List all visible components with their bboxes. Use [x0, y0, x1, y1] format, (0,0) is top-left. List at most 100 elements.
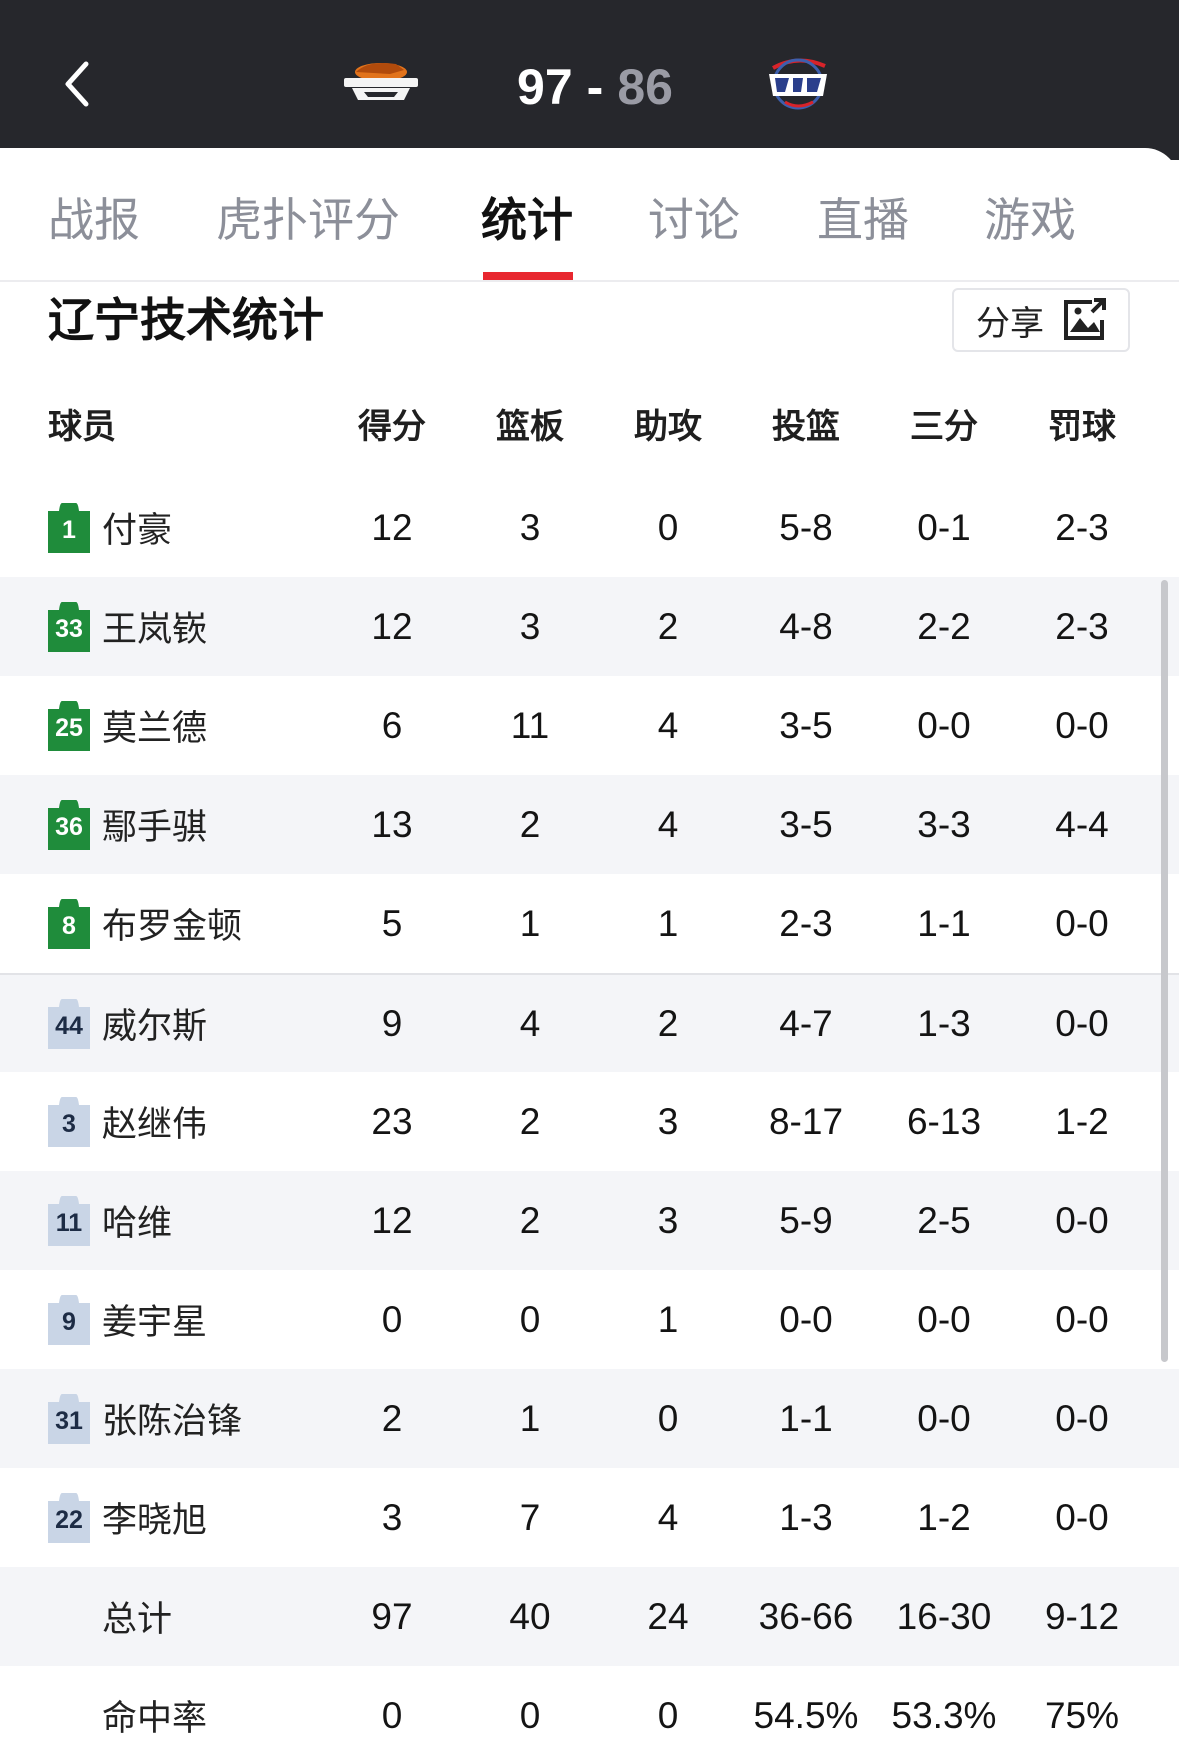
player-cell[interactable]: 44 威尔斯	[48, 975, 328, 1072]
tab-live[interactable]: 直播	[817, 190, 909, 250]
chevron-left-icon	[65, 61, 89, 107]
table-row[interactable]: 1 付豪 12 3 0 5-8 0-1 2-3	[0, 478, 1179, 577]
player-info: 44 威尔斯	[48, 998, 207, 1049]
player-cell[interactable]: 11 哈维	[48, 1171, 328, 1270]
stat-assists: 4	[657, 1496, 679, 1538]
player-name: 付豪	[102, 511, 173, 551]
totals-row-points: 97	[371, 1595, 413, 1637]
stat-rebounds: 1	[519, 1397, 541, 1439]
stat-field-goals: 2-3	[779, 902, 833, 944]
table-row[interactable]: 25 莫兰德 6 11 4 3-5 0-0 0-0	[0, 676, 1179, 775]
player-cell[interactable]: 25 莫兰德	[48, 676, 328, 775]
jersey-icon: 44	[48, 998, 90, 1049]
share-button[interactable]: 分享	[952, 288, 1130, 352]
tab-discussion[interactable]: 讨论	[648, 190, 740, 250]
player-name: 李晓旭	[102, 1501, 208, 1541]
stat-assists: 3	[657, 1199, 679, 1241]
player-info: 22 李晓旭	[48, 1492, 207, 1543]
stat-points: 3	[381, 1496, 403, 1538]
scoreboard: 97 - 86	[480, 52, 710, 122]
stat-rebounds: 2	[519, 803, 541, 845]
stat-three-pointers: 0-0	[917, 1397, 971, 1439]
percentage-row-free-throws: 75%	[1044, 1694, 1120, 1736]
stat-assists: 0	[657, 1397, 679, 1439]
stat-assists: 3	[657, 1100, 679, 1142]
stat-points: 5	[381, 902, 403, 944]
player-info: 8 布罗金顿	[48, 898, 242, 949]
stat-free-throws: 0-0	[1055, 1298, 1109, 1340]
table-row[interactable]: 11 哈维 12 2 3 5-9 2-5 0-0	[0, 1171, 1179, 1270]
tab-report[interactable]: 战报	[48, 190, 140, 250]
table-row[interactable]: 31 张陈治锋 2 1 0 1-1 0-0 0-0	[0, 1369, 1179, 1468]
jersey-number: 31	[55, 1406, 83, 1435]
stat-free-throws: 0-0	[1055, 1002, 1109, 1044]
stat-assists: 4	[657, 704, 679, 746]
column-header-field-goals[interactable]: 投篮	[736, 368, 876, 478]
stat-three-pointers: 1-3	[917, 1002, 971, 1044]
table-row[interactable]: 22 李晓旭 3 7 4 1-3 1-2 0-0	[0, 1468, 1179, 1567]
stat-rebounds: 2	[519, 1199, 541, 1241]
tab-ratings[interactable]: 虎扑评分	[216, 190, 400, 250]
jersey-number: 1	[62, 515, 76, 544]
table-row[interactable]: 9 姜宇星 0 0 1 0-0 0-0 0-0	[0, 1270, 1179, 1369]
tab-stats[interactable]: 统计	[481, 190, 573, 250]
stat-field-goals: 0-0	[779, 1298, 833, 1340]
stat-free-throws: 4-4	[1055, 803, 1109, 845]
stat-field-goals: 1-1	[779, 1397, 833, 1439]
table-row[interactable]: 44 威尔斯 9 4 2 4-7 1-3 0-0	[0, 973, 1179, 1072]
game-header: 97 - 86	[0, 0, 1179, 160]
column-header-assists[interactable]: 助攻	[608, 368, 728, 478]
jersey-icon: 36	[48, 799, 90, 850]
stat-three-pointers: 0-0	[917, 1298, 971, 1340]
stat-field-goals: 5-8	[779, 506, 833, 548]
stat-three-pointers: 1-1	[917, 902, 971, 944]
stat-rebounds: 2	[519, 1100, 541, 1142]
jersey-icon: 33	[48, 601, 90, 652]
column-header-rebounds[interactable]: 篮板	[470, 368, 590, 478]
player-cell[interactable]: 22 李晓旭	[48, 1468, 328, 1567]
column-header-points[interactable]: 得分	[332, 368, 452, 478]
tab-bar: 战报 虎扑评分 统计 讨论 直播 游戏	[0, 148, 1179, 282]
table-row[interactable]: 36 鄢手骐 13 2 4 3-5 3-3 4-4	[0, 775, 1179, 874]
stat-field-goals: 4-7	[779, 1002, 833, 1044]
stat-three-pointers: 6-13	[906, 1100, 982, 1142]
column-header-three-pointers[interactable]: 三分	[874, 368, 1014, 478]
jersey-number: 33	[55, 614, 83, 643]
player-info: 25 莫兰德	[48, 700, 207, 751]
player-cell[interactable]: 8 布罗金顿	[48, 874, 328, 973]
stat-free-throws: 0-0	[1055, 1199, 1109, 1241]
table-row[interactable]: 8 布罗金顿 5 1 1 2-3 1-1 0-0	[0, 874, 1179, 973]
vertical-scrollbar[interactable]	[1161, 580, 1168, 1362]
stat-free-throws: 0-0	[1055, 704, 1109, 746]
player-cell[interactable]: 36 鄢手骐	[48, 775, 328, 874]
totals-row-assists: 24	[647, 1595, 689, 1637]
tab-games[interactable]: 游戏	[984, 190, 1076, 250]
table-row[interactable]: 3 赵继伟 23 2 3 8-17 6-13 1-2	[0, 1072, 1179, 1171]
stat-rebounds: 4	[519, 1002, 541, 1044]
player-cell[interactable]: 9 姜宇星	[48, 1270, 328, 1369]
jersey-number: 44	[55, 1011, 83, 1040]
away-score: 86	[617, 59, 673, 115]
stat-assists: 2	[657, 1002, 679, 1044]
table-row[interactable]: 33 王岚嵚 12 3 2 4-8 2-2 2-3	[0, 577, 1179, 676]
jersey-icon: 8	[48, 898, 90, 949]
home-team-logo[interactable]	[338, 52, 424, 112]
jersey-icon: 1	[48, 502, 90, 553]
player-name: 莫兰德	[102, 709, 208, 749]
back-button[interactable]	[50, 52, 110, 112]
percentage-row-points: 0	[381, 1694, 403, 1736]
stat-field-goals: 3-5	[779, 803, 833, 845]
stat-rebounds: 1	[519, 902, 541, 944]
stat-three-pointers: 3-3	[917, 803, 971, 845]
column-header-free-throws[interactable]: 罚球	[1012, 368, 1152, 478]
player-cell[interactable]: 33 王岚嵚	[48, 577, 328, 676]
table-header-row: 球员 得分 篮板 助攻 投篮 三分 罚球	[0, 368, 1179, 478]
player-cell[interactable]: 31 张陈治锋	[48, 1369, 328, 1468]
player-cell[interactable]: 3 赵继伟	[48, 1072, 328, 1171]
player-cell[interactable]: 1 付豪	[48, 478, 328, 577]
home-score: 97	[517, 59, 573, 115]
active-tab-indicator	[483, 272, 573, 280]
percentage-row: 命中率 0 0 0 54.5% 53.3% 75%	[0, 1666, 1179, 1749]
away-team-logo[interactable]	[755, 52, 841, 112]
stat-field-goals: 4-8	[779, 605, 833, 647]
